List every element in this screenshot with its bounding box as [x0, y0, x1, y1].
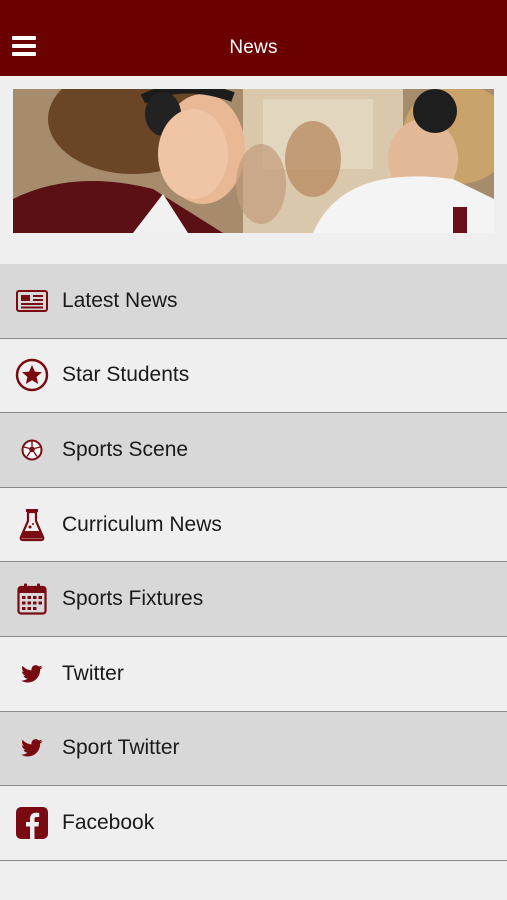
menu-item-label: Facebook — [62, 810, 155, 834]
soccer-ball-icon — [14, 432, 50, 468]
twitter-icon — [14, 730, 50, 766]
flask-icon — [14, 507, 50, 543]
menu-item-label: Curriculum News — [62, 512, 222, 536]
menu-item-label: Sport Twitter — [62, 736, 180, 760]
menu-item-twitter[interactable]: Twitter — [0, 636, 507, 712]
facebook-icon — [14, 805, 50, 841]
banner-image — [13, 89, 494, 233]
star-circle-icon — [14, 357, 50, 393]
header-bar: News — [0, 0, 507, 76]
menu-item-curriculum-news[interactable]: Curriculum News — [0, 487, 507, 563]
menu-item-latest-news[interactable]: Latest News — [0, 264, 507, 339]
app-screen: News Latest News Star Students Sports Sc… — [0, 0, 507, 900]
newspaper-icon — [14, 283, 50, 319]
page-title: News — [229, 37, 278, 58]
menu-item-sports-scene[interactable]: Sports Scene — [0, 413, 507, 488]
menu-item-star-students[interactable]: Star Students — [0, 338, 507, 414]
menu-item-label: Star Students — [62, 363, 190, 387]
menu-item-label: Latest News — [62, 288, 178, 312]
twitter-icon — [14, 656, 50, 692]
menu-item-label: Sports Scene — [62, 437, 189, 461]
menu-item-sports-fixtures[interactable]: Sports Fixtures — [0, 562, 507, 637]
menu-item-label: Sports Fixtures — [62, 587, 204, 611]
menu-item-sport-twitter[interactable]: Sport Twitter — [0, 711, 507, 787]
calendar-icon — [14, 581, 50, 617]
menu-item-label: Twitter — [62, 661, 124, 685]
menu-item-facebook[interactable]: Facebook — [0, 786, 507, 861]
news-menu-list: Latest News Star Students Sports Scene C… — [0, 264, 507, 861]
